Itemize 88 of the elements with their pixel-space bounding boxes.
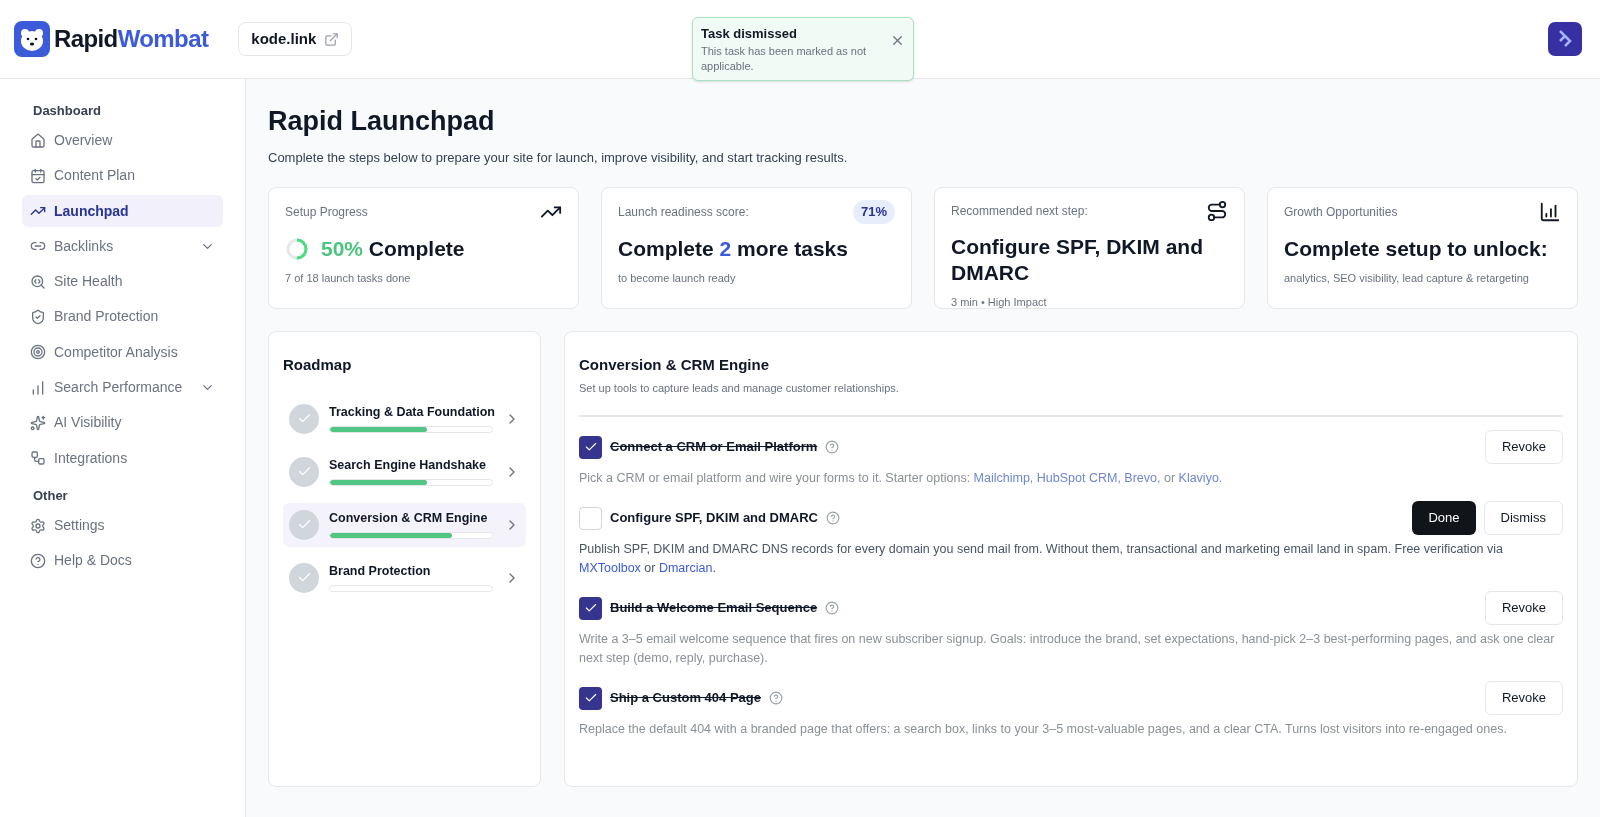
- task-description: Pick a CRM or email platform and wire your forms to it. Starter options: Mailchimp, HubSpot CRM, Brevo, or Klaviyo.: [579, 470, 1224, 487]
- task-description: Publish SPF, DKIM and DMARC DNS records for every domain you send mail from. Without them, transactional and marketing email land in spam. Free verification via MXToolbox or Dmarcian.: [579, 541, 1504, 577]
- card-label: Setup Progress: [285, 204, 368, 221]
- card-note: 3 min • High Impact: [951, 295, 1048, 310]
- sidebar-item[interactable]: Brand Protection: [22, 301, 223, 333]
- sidebar-item[interactable]: AI Visibility: [22, 406, 223, 439]
- task-checkbox[interactable]: [579, 506, 602, 530]
- section-subtitle: Set up tools to capture leads and manage customer relationships.: [579, 380, 900, 396]
- action-button[interactable]: Revoke: [1484, 591, 1563, 625]
- task-link[interactable]: MXToolbox: [579, 561, 641, 575]
- check-icon: [583, 691, 598, 705]
- bear-logo-icon: [14, 21, 50, 57]
- page-title: Rapid Launchpad: [268, 105, 496, 138]
- card-headline: Complete 2 more tasks: [618, 236, 848, 262]
- bar-chart-icon: [1539, 201, 1561, 223]
- card-headline: Complete setup to unlock:: [1284, 236, 1548, 262]
- sidebar-heading: Dashboard: [32, 102, 102, 120]
- roadmap-item[interactable]: Tracking & Data Foundation: [283, 396, 526, 441]
- card-label: Recommended next step:: [951, 203, 1088, 220]
- sidebar-item[interactable]: Search Performance: [22, 371, 223, 404]
- home-icon: [30, 132, 46, 149]
- sidebar-item[interactable]: Help & Docs: [22, 544, 223, 577]
- toast-message: This task has been marked as not applicable.: [701, 43, 868, 74]
- roadmap-item[interactable]: Conversion & CRM Engine: [283, 502, 526, 547]
- help-icon: [30, 552, 46, 569]
- task-title: Build a Welcome Email Sequence: [610, 599, 818, 618]
- sparkles-icon: [30, 414, 46, 431]
- site-link[interactable]: kode.link: [238, 22, 353, 56]
- close-icon[interactable]: [890, 33, 905, 48]
- roadmap-item[interactable]: Brand Protection: [283, 555, 526, 600]
- sidebar-item[interactable]: Content Plan: [22, 159, 223, 192]
- task-checkbox[interactable]: [579, 686, 602, 710]
- toast-title: Task dismissed: [701, 25, 798, 43]
- avatar-icon[interactable]: [1548, 22, 1582, 56]
- task-link[interactable]: Klaviyo: [1178, 471, 1219, 485]
- task-link[interactable]: Mailchimp: [973, 471, 1030, 485]
- check-icon: [583, 440, 598, 454]
- roadmap-item[interactable]: Search Engine Handshake: [283, 449, 526, 494]
- card-label: Launch readiness score:: [618, 204, 749, 221]
- sidebar-item[interactable]: Overview: [22, 124, 223, 157]
- sidebar-item[interactable]: Competitor Analysis: [22, 336, 223, 369]
- score-badge: 71%: [852, 200, 895, 224]
- brand-name: RapidWombat: [54, 24, 209, 54]
- sidebar-item[interactable]: Site Health: [22, 265, 223, 298]
- card-note: to become launch ready: [618, 271, 737, 286]
- card-label: Growth Opportunities: [1284, 204, 1398, 221]
- calendar-icon: [30, 167, 46, 184]
- roadmap-label: Brand Protection: [329, 563, 432, 579]
- sidebar-item[interactable]: Backlinks: [22, 230, 223, 263]
- roadmap-label: Tracking & Data Foundation: [329, 404, 496, 420]
- action-button[interactable]: Dismiss: [1483, 501, 1563, 535]
- section-title: Conversion & CRM Engine: [579, 355, 770, 375]
- task-description: Replace the default 404 with a branded page that offers: a search box, links to your 3–5 most-valuable pages, and a clear CTA. Turns lost visitors into re-engaged ones.: [579, 721, 1508, 738]
- task-title: Connect a CRM or Email Platform: [610, 438, 818, 457]
- task-checkbox[interactable]: [579, 435, 602, 459]
- roadmap-label: Conversion & CRM Engine: [329, 510, 489, 526]
- task-description: Write a 3–5 email welcome sequence that fires on new subscriber signup. Goals: introduce the brand, set expectations, hand-pick 2–3 best-performing pages, and ask one clear next step (demo, reply, purchase).: [579, 631, 1556, 667]
- check-icon: [583, 601, 598, 615]
- route-icon: [1206, 200, 1228, 222]
- shield-icon: [30, 309, 46, 325]
- workflow-icon: [30, 450, 46, 467]
- help-icon[interactable]: [769, 691, 783, 705]
- card-headline: Configure SPF, DKIM and DMARC: [951, 234, 1204, 286]
- action-button[interactable]: Revoke: [1484, 681, 1563, 715]
- help-icon[interactable]: [826, 511, 840, 525]
- roadmap-label: Search Engine Handshake: [329, 457, 487, 473]
- search-icon: [30, 273, 46, 290]
- sidebar-item[interactable]: Launchpad: [22, 195, 223, 228]
- sidebar-item[interactable]: Settings: [22, 509, 223, 542]
- settings-icon: [30, 517, 46, 534]
- card-note: analytics, SEO visibility, lead capture & retargeting: [1284, 271, 1530, 286]
- external-link-icon: [324, 31, 340, 47]
- sidebar-item[interactable]: Integrations: [22, 442, 223, 475]
- bar-chart-icon: [30, 379, 46, 396]
- help-icon[interactable]: [825, 440, 840, 454]
- task-checkbox[interactable]: [579, 596, 602, 620]
- task-title: Ship a Custom 404 Page: [610, 689, 761, 708]
- action-button[interactable]: Revoke: [1484, 430, 1563, 464]
- page-subtitle: Complete the steps below to prepare your site for launch, improve visibility, and start tracking results.: [268, 148, 849, 167]
- sidebar-heading: Other: [32, 487, 69, 506]
- task-title: Configure SPF, DKIM and DMARC: [610, 509, 818, 528]
- roadmap-title: Roadmap: [283, 355, 353, 375]
- help-icon[interactable]: [825, 601, 840, 615]
- card-note: 7 of 18 launch tasks done: [285, 271, 412, 286]
- task-link[interactable]: Brevo: [1124, 471, 1157, 485]
- target-icon: [30, 344, 46, 361]
- done-button[interactable]: Done: [1412, 501, 1476, 535]
- card-headline: 50% Complete: [321, 236, 465, 262]
